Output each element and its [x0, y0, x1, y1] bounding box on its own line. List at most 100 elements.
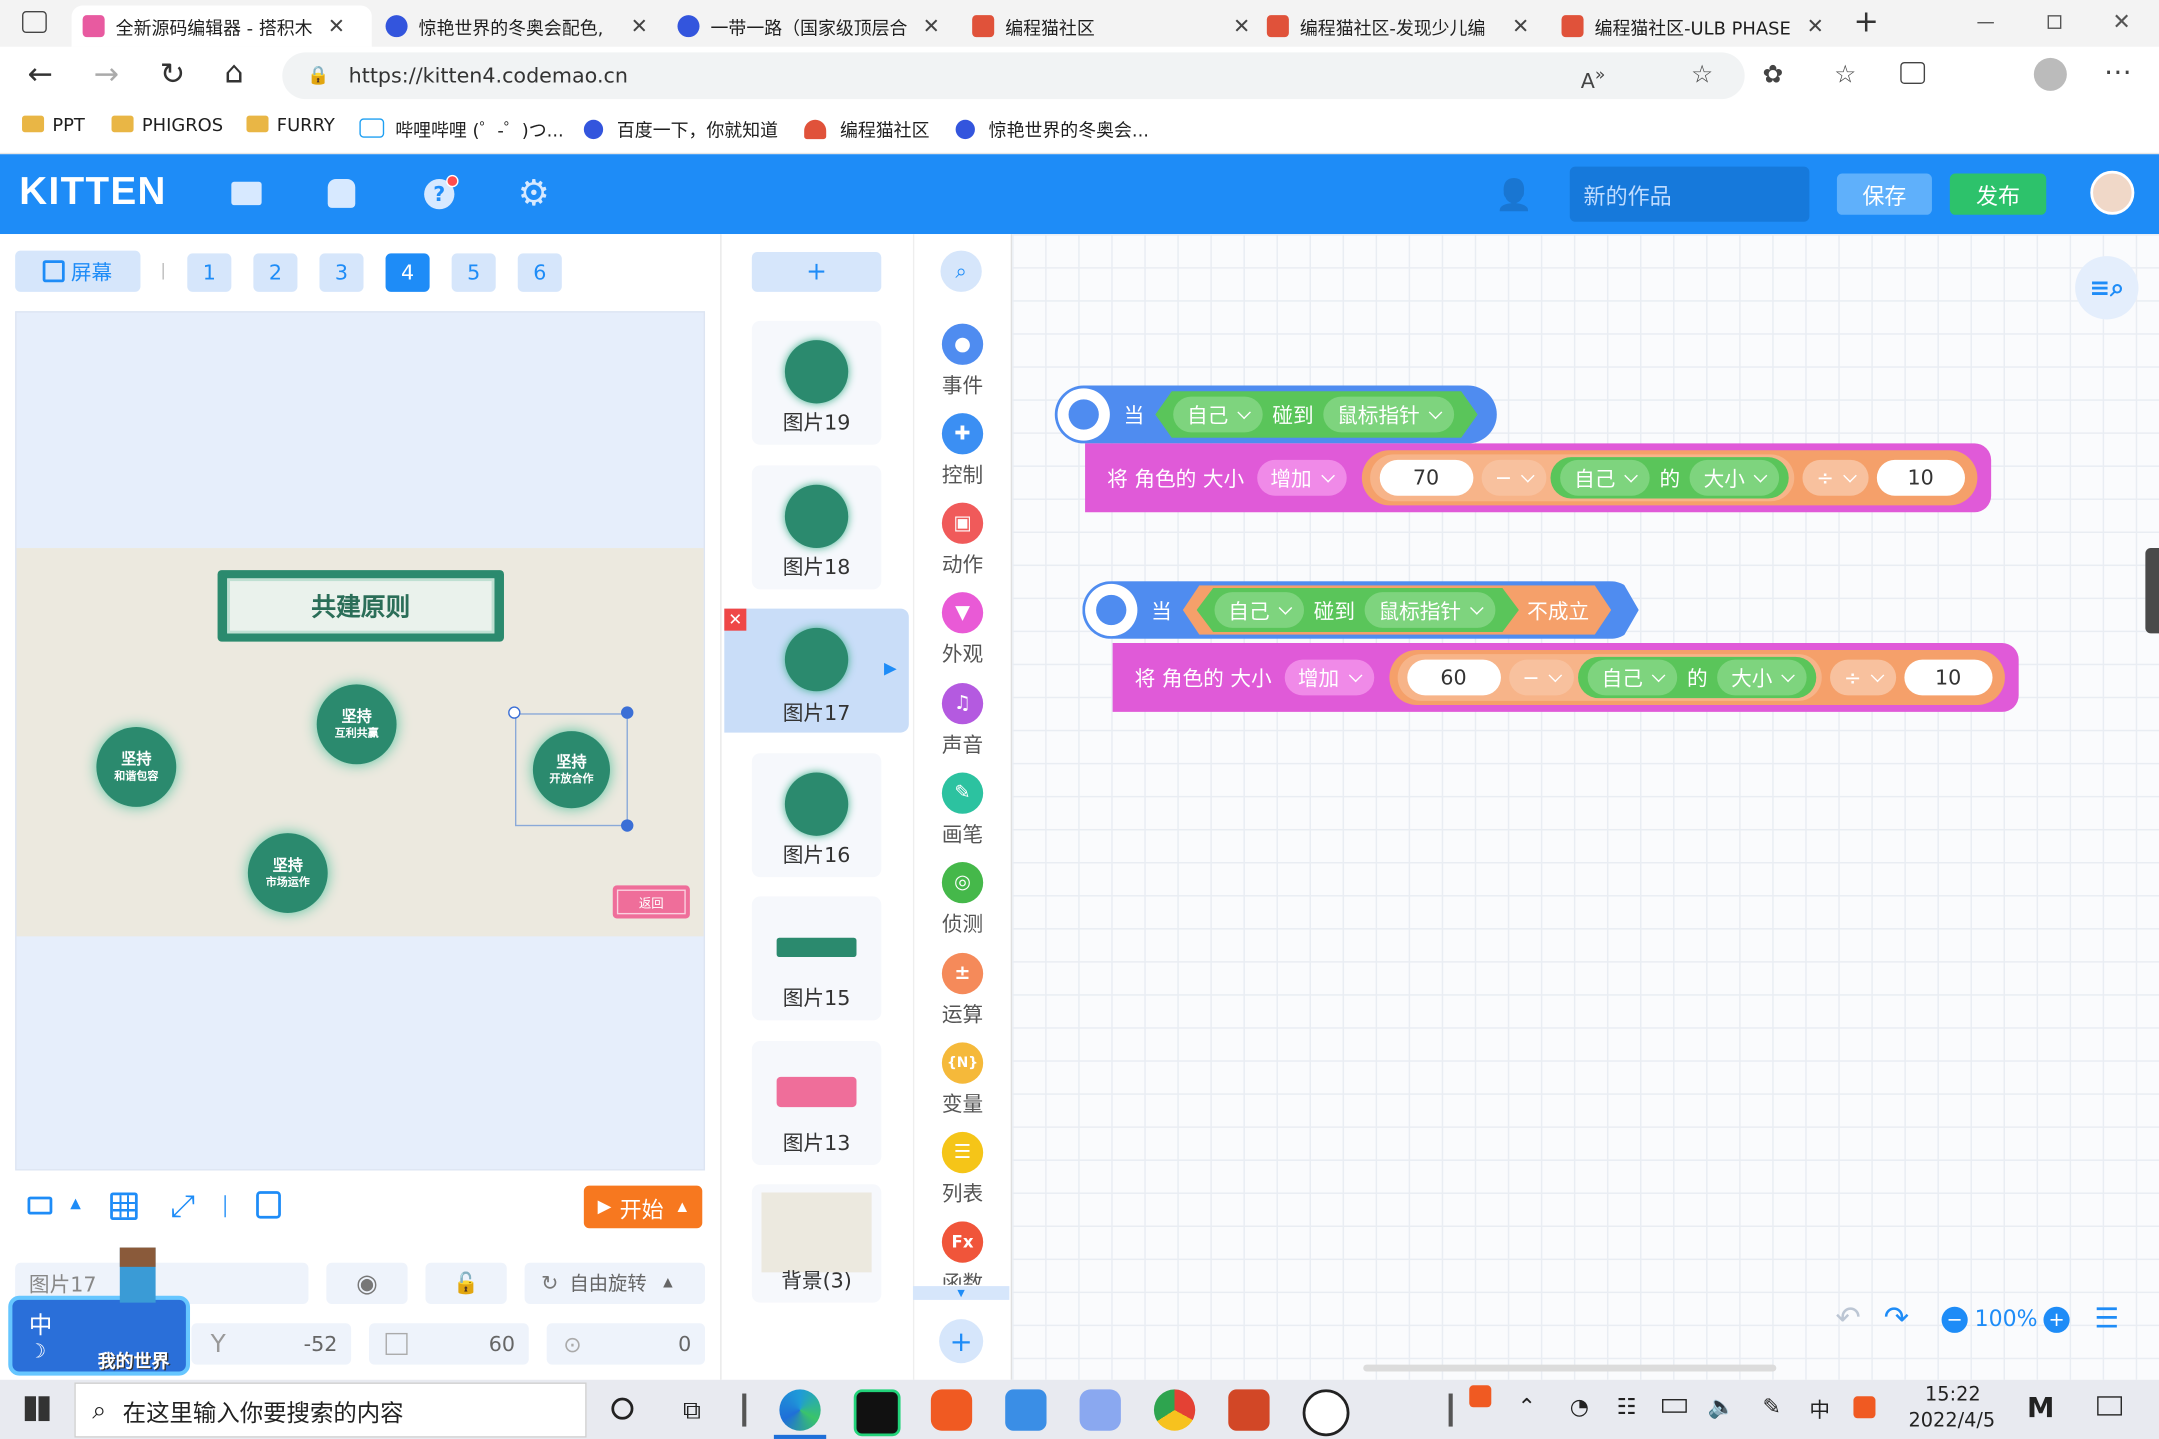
- project-name-input[interactable]: 新的作品: [1569, 166, 1810, 222]
- sprite-card-19[interactable]: 图片19: [751, 320, 882, 445]
- unity-taskbar-icon[interactable]: [1302, 1389, 1350, 1437]
- object-dropdown[interactable]: 自己: [1173, 397, 1263, 433]
- operator-dropdown[interactable]: ÷: [1802, 459, 1869, 496]
- bookmark-bilibili[interactable]: 哔哩哔哩 (゜-゜)つ...: [359, 116, 564, 142]
- divide-expression[interactable]: 70 − 自己 的 大小 ÷ 10: [1361, 450, 1978, 506]
- pen-tray-icon[interactable]: ✎: [1763, 1394, 1781, 1420]
- bookmark-ppt[interactable]: PPT: [22, 115, 85, 136]
- touch-condition[interactable]: 自己 碰到 鼠标指针: [1155, 391, 1477, 438]
- network-icon[interactable]: ◔: [1570, 1394, 1589, 1420]
- tab-3[interactable]: 编程猫社区 ✕: [961, 6, 1250, 47]
- visibility-toggle[interactable]: ◉: [326, 1262, 408, 1305]
- file-menu-icon[interactable]: [231, 181, 262, 206]
- selection-handle[interactable]: [508, 706, 521, 719]
- tab-close-icon[interactable]: ✕: [923, 14, 940, 39]
- category-sensing[interactable]: ◎ 侦测: [913, 862, 1012, 938]
- object-dropdown[interactable]: 自己: [1560, 459, 1650, 496]
- settings-tray-icon[interactable]: ☷: [1617, 1394, 1637, 1420]
- minus-expression[interactable]: 60 − 自己 的 大小: [1397, 654, 1823, 701]
- preview-icon[interactable]: [256, 1191, 281, 1219]
- y-field[interactable]: Y -52: [191, 1323, 352, 1365]
- category-look[interactable]: ▼ 外观: [913, 592, 1012, 668]
- scene-circle-mutual-benefit[interactable]: 坚持 互利共赢: [316, 684, 397, 765]
- home-icon[interactable]: ⌂: [224, 56, 243, 90]
- close-window-icon[interactable]: ✕: [2112, 8, 2130, 34]
- battery-icon[interactable]: [1662, 1399, 1687, 1413]
- aspect-dropdown-icon[interactable]: ▲: [70, 1197, 81, 1212]
- minus-expression[interactable]: 70 − 自己 的 大小: [1369, 454, 1795, 502]
- operator-dropdown[interactable]: ÷: [1830, 659, 1896, 696]
- screen-tab-5[interactable]: 5: [451, 253, 496, 292]
- screen-tab-6[interactable]: 6: [517, 253, 562, 292]
- category-pen[interactable]: ✎ 画笔: [913, 772, 1012, 848]
- redo-icon[interactable]: ↷: [1884, 1301, 1909, 1335]
- favorites-icon[interactable]: ☆: [1834, 61, 1856, 90]
- category-scroll-down[interactable]: ▼: [912, 1286, 1010, 1300]
- sprite-card-15[interactable]: 图片15: [751, 896, 882, 1021]
- screen-tab-2[interactable]: 2: [253, 253, 298, 292]
- tab-0[interactable]: 全新源码编辑器 - 搭积木 ✕: [71, 5, 372, 47]
- forward-icon[interactable]: →: [94, 58, 119, 92]
- powerpoint-taskbar-icon[interactable]: [1228, 1389, 1270, 1431]
- selection-handle[interactable]: [621, 819, 634, 832]
- size-field[interactable]: 60: [369, 1323, 529, 1365]
- favorite-add-icon[interactable]: ☆: [1691, 61, 1713, 90]
- rotation-mode-select[interactable]: ↻ 自由旋转 ▲: [524, 1262, 706, 1305]
- delete-sprite-icon[interactable]: ✕: [724, 608, 747, 631]
- back-icon[interactable]: ←: [28, 58, 53, 92]
- sprite-card-17-selected[interactable]: 图片17 ▶: [724, 608, 909, 733]
- profile-avatar[interactable]: [2033, 57, 2067, 91]
- scene-circle-open-cooperation[interactable]: 坚持 开放合作: [532, 731, 611, 809]
- zoom-in-button[interactable]: +: [2043, 1306, 2070, 1333]
- tab-1[interactable]: 惊艳世界的冬奥会配色, ✕: [375, 6, 661, 47]
- target-dropdown[interactable]: 鼠标指针: [1323, 397, 1454, 433]
- ime-overlay[interactable]: 中 ☽ 我的世界: [8, 1247, 191, 1376]
- category-variable[interactable]: {N} 变量: [913, 1042, 1012, 1118]
- not-condition[interactable]: 自己 碰到 鼠标指针 不成立: [1183, 585, 1611, 635]
- touch-condition[interactable]: 自己 碰到 鼠标指针: [1197, 588, 1519, 632]
- operator-dropdown[interactable]: −: [1481, 459, 1547, 496]
- stage-canvas[interactable]: 共建原则 坚持 和谐包容 坚持 互利共赢 坚持 开放合作 坚持 市场运作 返回: [15, 311, 706, 1171]
- clock-time[interactable]: 15:22: [1925, 1384, 1981, 1406]
- mode-dropdown[interactable]: 增加: [1284, 659, 1374, 696]
- publish-button[interactable]: 发布: [1949, 173, 2047, 215]
- read-aloud-icon[interactable]: A»: [1581, 63, 1606, 93]
- category-motion[interactable]: ▣ 动作: [913, 502, 1012, 579]
- horizontal-scrollbar[interactable]: [1363, 1364, 1777, 1372]
- brave-taskbar-icon[interactable]: [930, 1389, 973, 1431]
- category-operator[interactable]: ± 运算: [913, 952, 1012, 1029]
- zoom-out-button[interactable]: −: [1941, 1306, 1968, 1333]
- add-sprite-button[interactable]: +: [751, 251, 882, 292]
- bookmark-baidu[interactable]: 百度一下，你就知道: [583, 116, 778, 142]
- script1-hat-block[interactable]: 当 自己 碰到 鼠标指针: [1054, 385, 1497, 444]
- divide-expression[interactable]: 60 − 自己 的 大小 ÷ 10: [1388, 649, 2005, 706]
- scene-circle-market[interactable]: 坚持 市场运作: [247, 833, 328, 913]
- collections-icon[interactable]: [1900, 61, 1926, 84]
- new-tab-icon[interactable]: +: [1853, 6, 1878, 40]
- sprite-card-18[interactable]: 图片18: [751, 465, 882, 590]
- chrome-taskbar-icon[interactable]: [1153, 1389, 1196, 1431]
- category-list[interactable]: ☰ 列表: [913, 1131, 1012, 1208]
- property-reporter[interactable]: 自己 的 大小: [1550, 457, 1789, 499]
- notification-icon[interactable]: [2097, 1396, 2122, 1416]
- lock-toggle[interactable]: 🔓: [425, 1262, 507, 1305]
- number-input[interactable]: 70: [1379, 459, 1473, 496]
- selection-handle[interactable]: [621, 706, 634, 719]
- number-input[interactable]: 10: [1904, 659, 1993, 696]
- screen-button[interactable]: 屏幕: [15, 250, 141, 292]
- object-dropdown[interactable]: 自己: [1215, 592, 1305, 628]
- clock-date[interactable]: 2022/4/5: [1909, 1410, 1996, 1432]
- ime-indicator[interactable]: 中: [1809, 1395, 1830, 1424]
- task-view-icon[interactable]: ⧉: [683, 1396, 701, 1425]
- bookmark-codemao[interactable]: 编程猫社区: [804, 116, 929, 142]
- more-icon[interactable]: ⋯: [2104, 55, 2132, 88]
- bookmark-phigros[interactable]: PHIGROS: [111, 115, 223, 136]
- backpack-icon[interactable]: [327, 179, 356, 208]
- background-card[interactable]: 背景(3): [751, 1184, 882, 1303]
- settings-icon[interactable]: ⚙: [518, 174, 550, 215]
- property-dropdown[interactable]: 大小: [1717, 659, 1807, 696]
- category-function[interactable]: Fx 函数: [913, 1221, 1012, 1285]
- category-event[interactable]: ● 事件: [913, 323, 1012, 400]
- tab-close-icon[interactable]: ✕: [1512, 14, 1529, 39]
- tab-5[interactable]: 编程猫社区-ULB PHASE ✕: [1551, 6, 1840, 47]
